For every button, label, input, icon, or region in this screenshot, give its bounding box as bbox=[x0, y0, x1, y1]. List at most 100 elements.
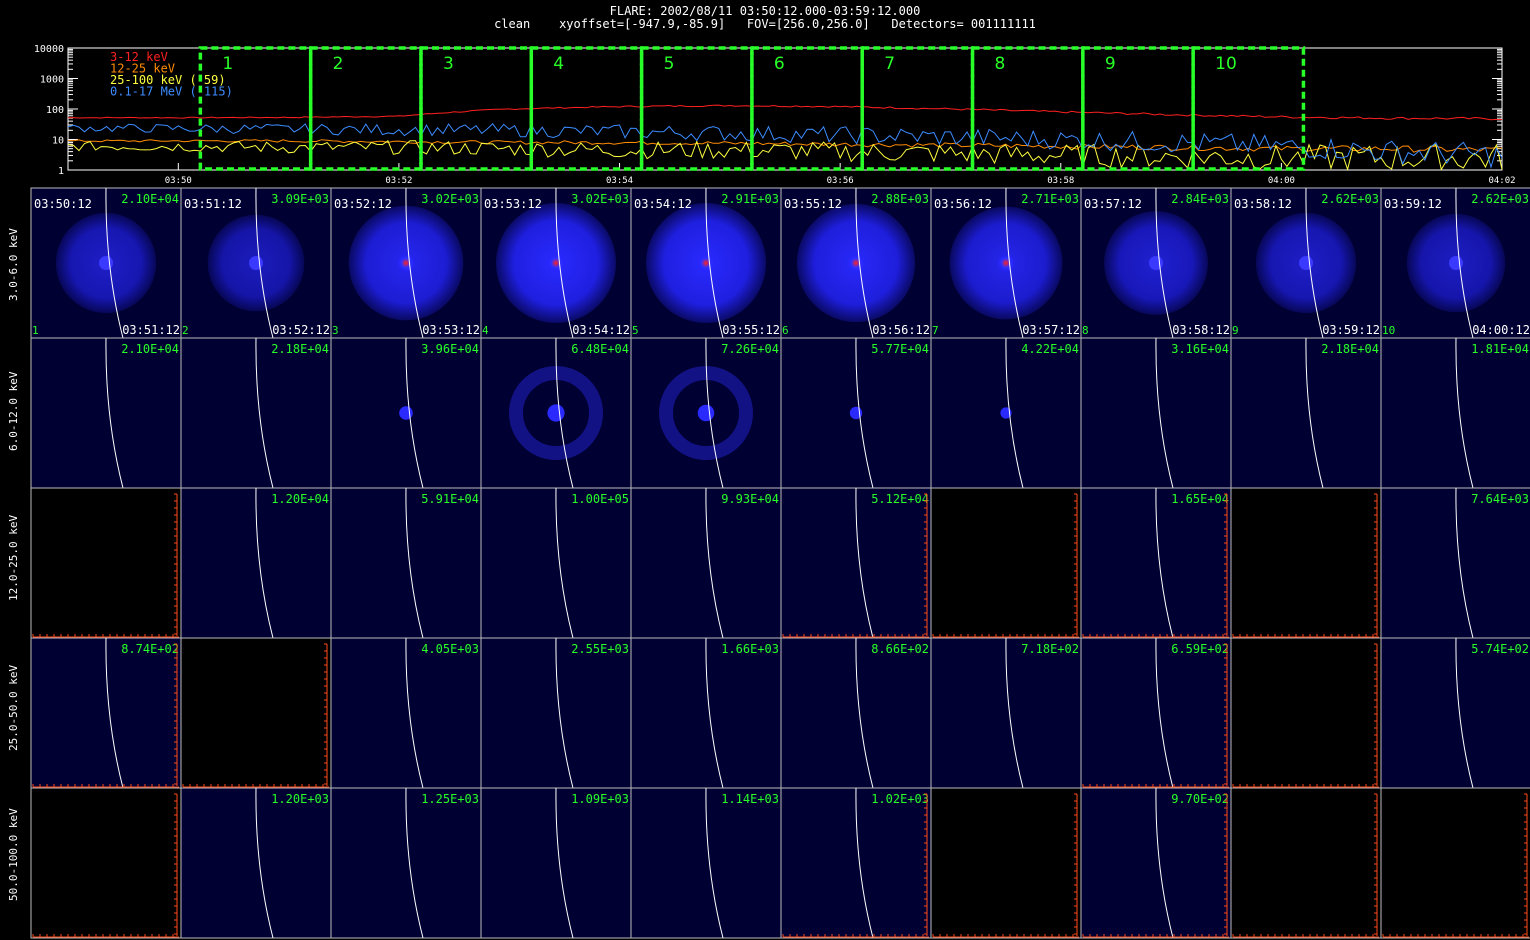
interval-index: 2 bbox=[182, 324, 189, 337]
row-energy-label: 12.0-25.0 keV bbox=[7, 514, 20, 601]
peak-value: 2.71E+03 bbox=[1021, 192, 1079, 206]
peak-value: 6.48E+04 bbox=[571, 342, 629, 356]
peak-value: 2.84E+03 bbox=[1171, 192, 1229, 206]
peak-value: 1.66E+03 bbox=[721, 642, 779, 656]
peak-value: 3.02E+03 bbox=[571, 192, 629, 206]
peak-value: 1.20E+03 bbox=[271, 792, 329, 806]
row-energy-label: 3.0-6.0 keV bbox=[7, 228, 20, 301]
peak-value: 2.91E+03 bbox=[721, 192, 779, 206]
source-kernel bbox=[99, 256, 113, 270]
peak-value: 1.81E+04 bbox=[1471, 342, 1529, 356]
peak-value: 1.02E+03 bbox=[871, 792, 929, 806]
peak-value: 1.20E+04 bbox=[271, 492, 329, 506]
peak-value: 6.59E+02 bbox=[1171, 642, 1229, 656]
peak-value: 2.88E+03 bbox=[871, 192, 929, 206]
peak-value: 8.74E+02 bbox=[121, 642, 179, 656]
interval-index: 8 bbox=[1082, 324, 1089, 337]
peak-value: 7.18E+02 bbox=[1021, 642, 1079, 656]
end-time: 03:53:12 bbox=[422, 323, 480, 337]
peak-value: 4.05E+03 bbox=[421, 642, 479, 656]
end-time: 03:55:12 bbox=[722, 323, 780, 337]
source-kernel bbox=[546, 253, 566, 273]
source-kernel bbox=[996, 253, 1016, 273]
peak-value: 1.00E+05 bbox=[571, 492, 629, 506]
peak-value: 3.16E+04 bbox=[1171, 342, 1229, 356]
interval-index: 10 bbox=[1382, 324, 1395, 337]
start-time: 03:54:12 bbox=[634, 197, 692, 211]
peak-value: 8.66E+02 bbox=[871, 642, 929, 656]
empty-image-panel bbox=[180, 637, 332, 789]
peak-value: 4.22E+04 bbox=[1021, 342, 1079, 356]
row-energy-label: 25.0-50.0 keV bbox=[7, 664, 20, 751]
end-time: 03:58:12 bbox=[1172, 323, 1230, 337]
interval-index: 6 bbox=[782, 324, 789, 337]
peak-value: 2.18E+04 bbox=[1321, 342, 1379, 356]
peak-value: 2.10E+04 bbox=[121, 342, 179, 356]
image-grid: 2.10E+04 03:50:12 03:51:12 1 3.09E+03 03:51:1… bbox=[30, 187, 1530, 939]
source-kernel bbox=[399, 406, 413, 420]
peak-value: 2.18E+04 bbox=[271, 342, 329, 356]
row-energy-label: 50.0-100.0 keV bbox=[7, 808, 20, 901]
peak-value: 7.64E+03 bbox=[1471, 492, 1529, 506]
start-time: 03:57:12 bbox=[1084, 197, 1142, 211]
peak-value: 1.25E+03 bbox=[421, 792, 479, 806]
interval-index: 7 bbox=[932, 324, 939, 337]
empty-image-panel bbox=[1380, 787, 1530, 939]
image-panel bbox=[1380, 337, 1530, 489]
start-time: 03:59:12 bbox=[1384, 197, 1442, 211]
peak-value: 2.55E+03 bbox=[571, 642, 629, 656]
start-time: 03:51:12 bbox=[184, 197, 242, 211]
interval-index: 9 bbox=[1232, 324, 1239, 337]
end-time: 03:56:12 bbox=[872, 323, 930, 337]
peak-value: 7.26E+04 bbox=[721, 342, 779, 356]
peak-value: 5.91E+04 bbox=[421, 492, 479, 506]
empty-image-panel bbox=[30, 487, 182, 639]
interval-index: 1 bbox=[32, 324, 39, 337]
interval-index: 5 bbox=[632, 324, 639, 337]
peak-value: 3.96E+04 bbox=[421, 342, 479, 356]
peak-value: 1.14E+03 bbox=[721, 792, 779, 806]
peak-value: 3.09E+03 bbox=[271, 192, 329, 206]
peak-value: 3.02E+03 bbox=[421, 192, 479, 206]
end-time: 03:51:12 bbox=[122, 323, 180, 337]
peak-value: 1.65E+04 bbox=[1171, 492, 1229, 506]
interval-index: 4 bbox=[482, 324, 489, 337]
start-time: 03:50:12 bbox=[34, 197, 92, 211]
empty-image-panel bbox=[930, 487, 1082, 639]
source-kernel bbox=[1449, 256, 1463, 270]
source-kernel bbox=[1149, 256, 1163, 270]
end-time: 03:54:12 bbox=[572, 323, 630, 337]
start-time: 03:55:12 bbox=[784, 197, 842, 211]
start-time: 03:52:12 bbox=[334, 197, 392, 211]
end-time: 03:59:12 bbox=[1322, 323, 1380, 337]
source-kernel bbox=[697, 404, 715, 422]
source-kernel bbox=[1299, 256, 1313, 270]
peak-value: 5.77E+04 bbox=[871, 342, 929, 356]
start-time: 03:58:12 bbox=[1234, 197, 1292, 211]
end-time: 04:00:12 bbox=[1472, 323, 1530, 337]
peak-value: 5.74E+02 bbox=[1471, 642, 1529, 656]
empty-image-panel bbox=[30, 787, 182, 939]
row-energy-label: 6.0-12.0 keV bbox=[7, 371, 20, 451]
source-kernel bbox=[846, 253, 866, 273]
empty-image-panel bbox=[1230, 787, 1382, 939]
start-time: 03:56:12 bbox=[934, 197, 992, 211]
peak-value: 2.62E+03 bbox=[1321, 192, 1379, 206]
peak-value: 1.09E+03 bbox=[571, 792, 629, 806]
peak-value: 5.12E+04 bbox=[871, 492, 929, 506]
peak-value: 2.62E+03 bbox=[1471, 192, 1529, 206]
empty-image-panel bbox=[930, 787, 1082, 939]
interval-index: 3 bbox=[332, 324, 339, 337]
source-kernel bbox=[696, 253, 716, 273]
start-time: 03:53:12 bbox=[484, 197, 542, 211]
peak-value: 9.70E+02 bbox=[1171, 792, 1229, 806]
peak-value: 2.10E+04 bbox=[121, 192, 179, 206]
source-kernel bbox=[396, 253, 416, 273]
empty-image-panel bbox=[1230, 637, 1382, 789]
source-kernel bbox=[249, 256, 263, 270]
image-panel bbox=[1380, 637, 1530, 789]
end-time: 03:57:12 bbox=[1022, 323, 1080, 337]
empty-image-panel bbox=[1230, 487, 1382, 639]
end-time: 03:52:12 bbox=[272, 323, 330, 337]
image-panel bbox=[1380, 487, 1530, 639]
